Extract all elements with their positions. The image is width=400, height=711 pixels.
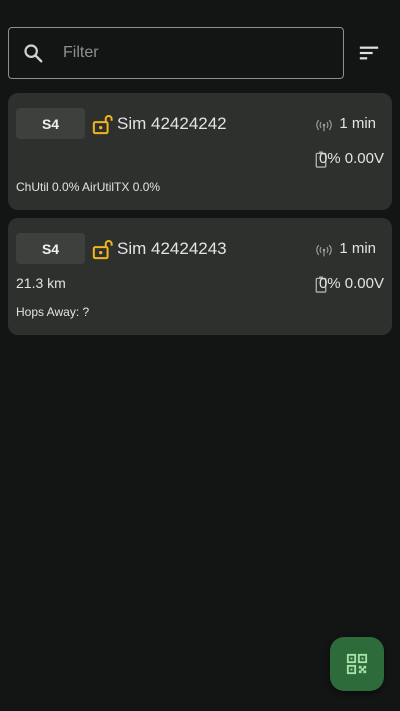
- search-field[interactable]: [8, 27, 344, 79]
- signal-icon: [316, 244, 332, 257]
- unlocked-icon: [92, 240, 113, 260]
- node-card[interactable]: S4 Sim 42424242 1 min 0% 0.00V ChUtil 0.…: [8, 93, 392, 210]
- distance: 21.3 km: [16, 275, 66, 291]
- node-card[interactable]: S4 Sim 42424243 1 min 21.3 km 0% 0.00V H…: [8, 218, 392, 335]
- unlocked-icon: [92, 115, 113, 135]
- hops-away: Hops Away: ?: [16, 305, 90, 319]
- node-short-name-chip[interactable]: S4: [16, 233, 85, 264]
- battery-level: 0% 0.00V: [318, 275, 384, 292]
- signal-icon: [316, 119, 332, 132]
- search-input[interactable]: [61, 43, 315, 63]
- node-long-name: Sim 42424242: [117, 114, 227, 133]
- channel-utilization: ChUtil 0.0% AirUtilTX 0.0%: [16, 180, 161, 194]
- scan-qr-button[interactable]: [330, 637, 384, 691]
- sort-icon[interactable]: [358, 42, 380, 64]
- last-heard: 1 min: [339, 115, 376, 132]
- search-icon: [24, 44, 43, 63]
- battery-level: 0% 0.00V: [318, 150, 384, 167]
- search-row: [8, 27, 392, 81]
- qr-code-scanner-icon: [346, 653, 368, 675]
- node-long-name: Sim 42424243: [117, 239, 227, 258]
- node-short-name-chip[interactable]: S4: [16, 108, 85, 139]
- last-heard: 1 min: [339, 240, 376, 257]
